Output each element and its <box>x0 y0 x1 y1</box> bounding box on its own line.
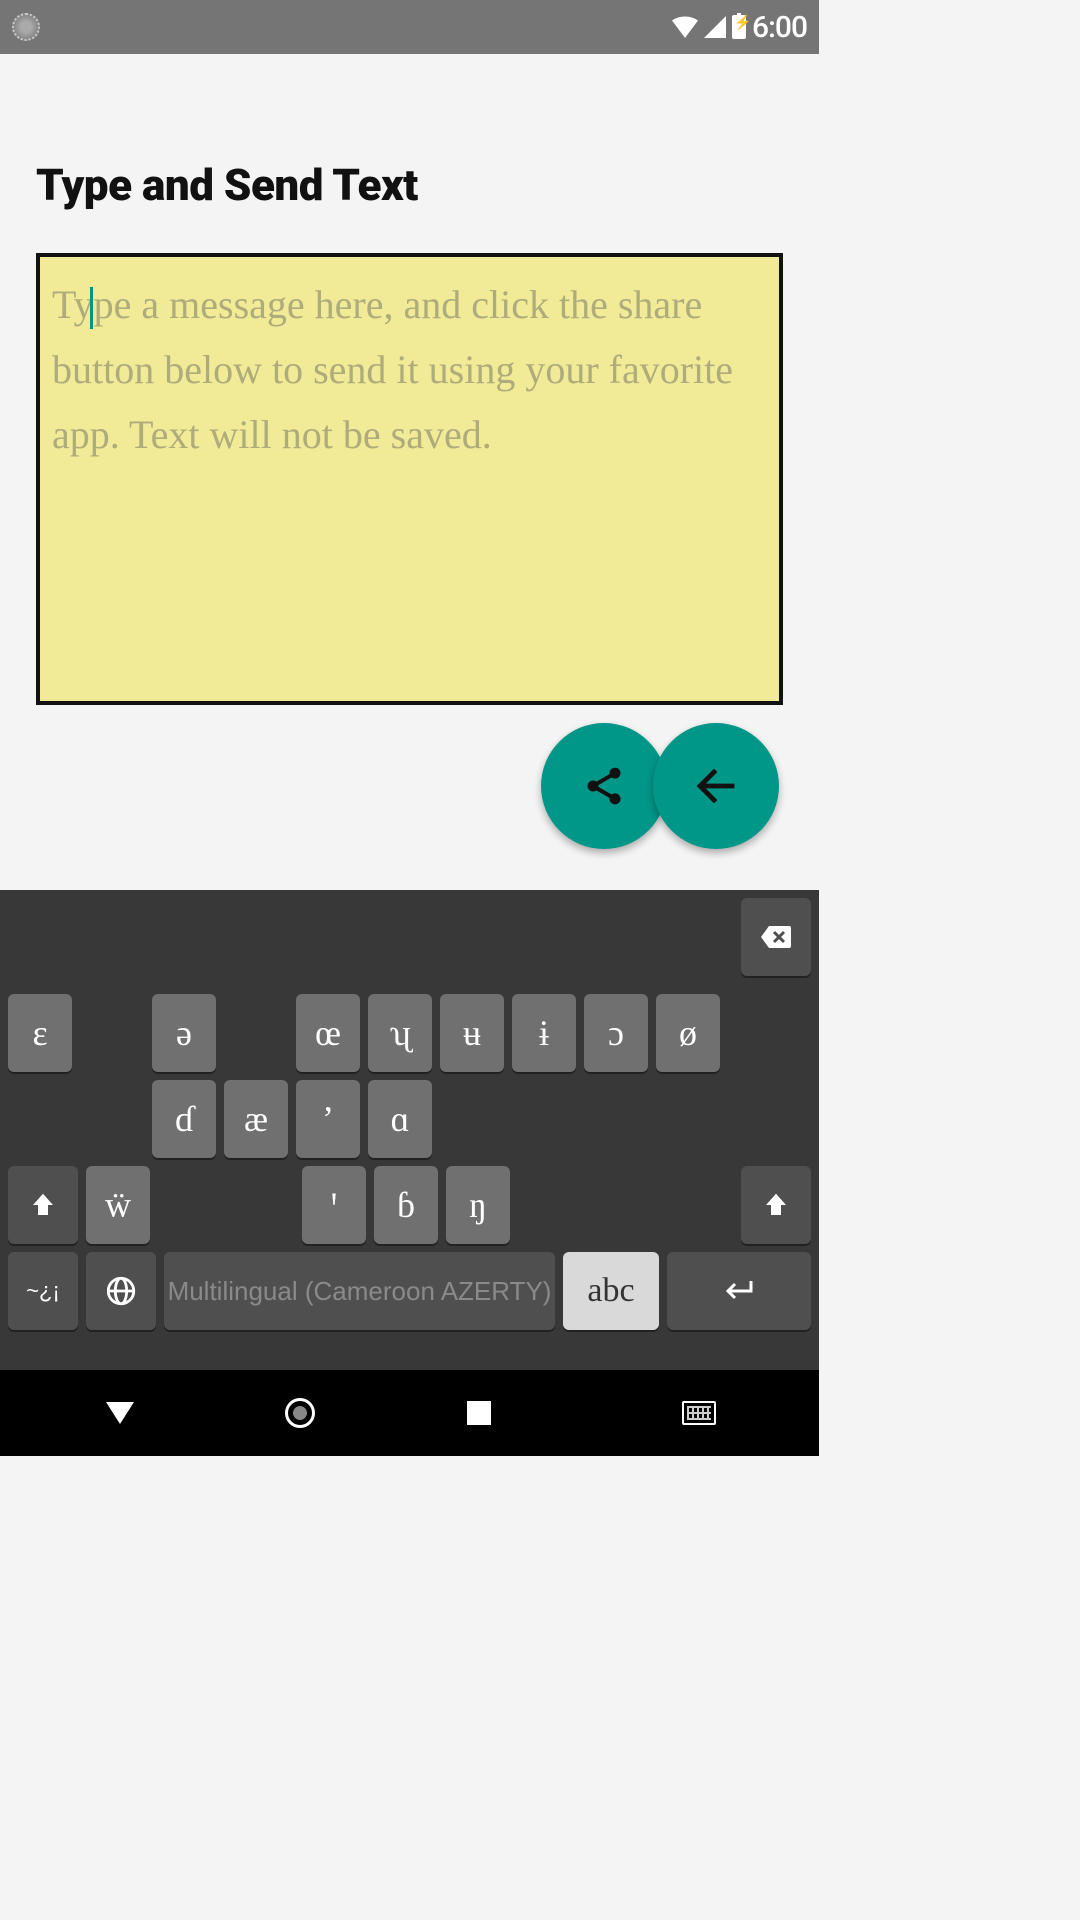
key-yhook[interactable]: ʯ <box>368 994 432 1072</box>
circle-icon <box>285 1398 315 1428</box>
key-bhook[interactable]: ɓ <box>374 1166 438 1244</box>
key-backspace[interactable] <box>741 898 811 976</box>
key-saltillo[interactable]: ꞌ <box>302 1166 366 1244</box>
key-ae[interactable]: æ <box>224 1080 288 1158</box>
key-abc-mode[interactable]: abc <box>563 1252 659 1330</box>
key-wdiaeresis[interactable]: ẅ <box>86 1166 150 1244</box>
globe-icon <box>104 1274 138 1308</box>
wifi-icon <box>672 16 698 38</box>
key-oe[interactable]: œ <box>296 994 360 1072</box>
nav-recent-button[interactable] <box>449 1401 509 1425</box>
key-ubar[interactable]: ʉ <box>440 994 504 1072</box>
nav-home-button[interactable] <box>270 1398 330 1428</box>
soft-keyboard: ɛ ə œ ʯ ʉ ɨ ɔ ø ɗ æ ʼ ɑ ẅ ꞌ ɓ ŋ ~¿¡ <box>0 890 819 1370</box>
text-cursor <box>90 287 93 329</box>
shift-icon <box>761 1190 791 1220</box>
key-schwa[interactable]: ə <box>152 994 216 1072</box>
message-placeholder: Type a message here, and click the share… <box>52 273 767 467</box>
key-shift-left[interactable] <box>8 1166 78 1244</box>
fab-container <box>36 723 783 849</box>
key-alpha[interactable]: ɑ <box>368 1080 432 1158</box>
back-button[interactable] <box>653 723 779 849</box>
key-empty <box>80 1080 144 1158</box>
key-empty <box>230 1166 294 1244</box>
triangle-down-icon <box>106 1402 134 1424</box>
key-apostrophe[interactable]: ʼ <box>296 1080 360 1158</box>
key-ostroke[interactable]: ø <box>656 994 720 1072</box>
cell-signal-icon <box>704 16 726 38</box>
key-eng[interactable]: ŋ <box>446 1166 510 1244</box>
key-openo[interactable]: ɔ <box>584 994 648 1072</box>
status-bar: 6:00 <box>0 0 819 54</box>
main-content: Type and Send Text Type a message here, … <box>0 159 819 849</box>
key-shift-right[interactable] <box>741 1166 811 1244</box>
status-clock: 6:00 <box>752 10 807 45</box>
message-input[interactable]: Type a message here, and click the share… <box>36 253 783 705</box>
battery-charging-icon <box>732 15 746 39</box>
status-right: 6:00 <box>672 10 807 45</box>
key-enter[interactable] <box>667 1252 811 1330</box>
arrow-left-icon <box>692 762 740 810</box>
square-icon <box>467 1401 491 1425</box>
key-ibar[interactable]: ɨ <box>512 994 576 1072</box>
key-language[interactable] <box>86 1252 156 1330</box>
key-empty <box>224 994 288 1072</box>
keyboard-icon <box>682 1401 716 1425</box>
enter-icon <box>721 1277 757 1305</box>
key-empty <box>440 1080 811 1158</box>
backspace-icon <box>759 924 793 950</box>
nav-keyboard-button[interactable] <box>669 1401 729 1425</box>
loading-spinner-icon <box>12 13 40 41</box>
nav-back-button[interactable] <box>90 1402 150 1424</box>
page-title: Type and Send Text <box>36 159 783 211</box>
key-empty <box>158 1166 222 1244</box>
share-button[interactable] <box>541 723 667 849</box>
status-left <box>12 13 40 41</box>
share-icon <box>582 764 626 808</box>
system-nav-bar <box>0 1370 819 1456</box>
key-empty <box>80 994 144 1072</box>
key-symbols[interactable]: ~¿¡ <box>8 1252 78 1330</box>
key-epsilon[interactable]: ɛ <box>8 994 72 1072</box>
key-empty <box>8 1080 72 1158</box>
shift-icon <box>28 1190 58 1220</box>
key-empty <box>518 1166 733 1244</box>
key-dhook[interactable]: ɗ <box>152 1080 216 1158</box>
key-spacebar[interactable]: Multilingual (Cameroon AZERTY) <box>164 1252 555 1330</box>
